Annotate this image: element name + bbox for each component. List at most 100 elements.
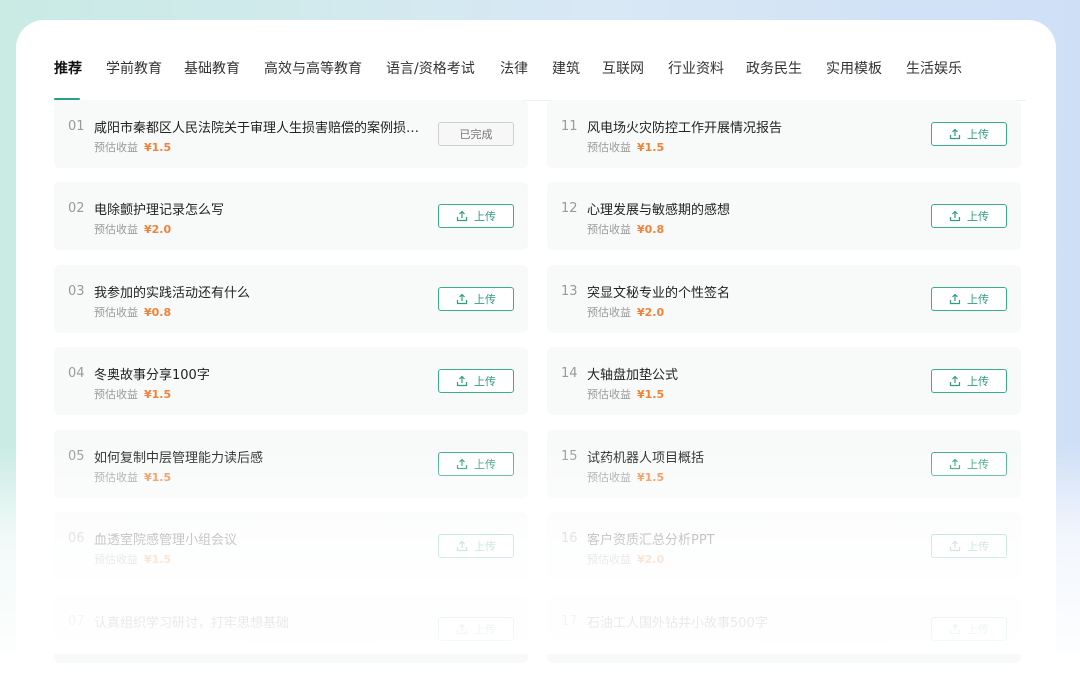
upload-icon [456, 210, 468, 222]
list-item[interactable]: 16 客户资质汇总分析PPT 预估收益 ¥2.0 上传 [547, 512, 1021, 580]
income-value: ¥1.5 [144, 471, 172, 484]
category-tabs: 推荐 学前教育 基础教育 高效与高等教育 语言/资格考试 法律 建筑 互联网 行… [54, 48, 1026, 101]
item-title[interactable]: 风电场火灾防控工作开展情况报告 [587, 117, 782, 136]
tab-higher-education[interactable]: 高效与高等教育 [264, 58, 362, 78]
item-number: 03 [68, 284, 85, 299]
item-title[interactable]: 心理发展与敏感期的感想 [587, 199, 730, 218]
tab-industry-materials[interactable]: 行业资料 [668, 58, 724, 78]
upload-button[interactable]: 上传 [931, 204, 1007, 228]
list-item[interactable]: 17 石油工人国外钻井小故事500字 上传 [547, 595, 1021, 663]
upload-icon [949, 210, 961, 222]
estimated-income: 预估收益 ¥1.5 [587, 141, 665, 154]
item-number: 15 [561, 449, 578, 464]
income-value: ¥0.8 [144, 306, 172, 319]
upload-icon [949, 128, 961, 140]
list-item[interactable]: 04 冬奥故事分享100字 预估收益 ¥1.5 上传 [54, 347, 528, 415]
list-item[interactable]: 15 试药机器人项目概括 预估收益 ¥1.5 上传 [547, 430, 1021, 498]
estimated-income: 预估收益 ¥2.0 [94, 223, 172, 236]
item-number: 14 [561, 366, 578, 381]
list-item[interactable]: 06 血透室院感管理小组会议 预估收益 ¥1.5 上传 [54, 512, 528, 580]
upload-button[interactable]: 上传 [931, 287, 1007, 311]
item-title[interactable]: 石油工人国外钻井小故事500字 [587, 612, 768, 631]
item-title[interactable]: 试药机器人项目概括 [587, 447, 704, 466]
completed-button[interactable]: 已完成 [438, 122, 514, 146]
estimated-income: 预估收益 ¥0.8 [94, 306, 172, 319]
upload-button[interactable]: 上传 [438, 287, 514, 311]
income-value: ¥1.5 [637, 141, 665, 154]
item-number: 12 [561, 201, 578, 216]
tab-government-livelihood[interactable]: 政务民生 [746, 58, 802, 78]
item-title[interactable]: 咸阳市秦都区人民法院关于审理人生损害赔偿的案例损害… [94, 117, 424, 136]
item-number: 17 [561, 614, 578, 629]
income-value: ¥1.5 [144, 388, 172, 401]
item-number: 02 [68, 201, 85, 216]
list-item[interactable]: 11 风电场火灾防控工作开展情况报告 预估收益 ¥1.5 上传 [547, 100, 1021, 168]
upload-button[interactable]: 上传 [931, 122, 1007, 146]
document-list-panel: 推荐 学前教育 基础教育 高效与高等教育 语言/资格考试 法律 建筑 互联网 行… [16, 20, 1056, 680]
upload-icon [456, 623, 468, 635]
tab-language-exams[interactable]: 语言/资格考试 [386, 58, 475, 78]
upload-button[interactable]: 上传 [438, 369, 514, 393]
tab-recommend[interactable]: 推荐 [54, 58, 82, 78]
item-number: 11 [561, 119, 578, 134]
item-title[interactable]: 电除颤护理记录怎么写 [94, 199, 224, 218]
income-value: ¥1.5 [637, 388, 665, 401]
item-number: 05 [68, 449, 85, 464]
list-item[interactable]: 01 咸阳市秦都区人民法院关于审理人生损害赔偿的案例损害… 预估收益 ¥1.5 已… [54, 100, 528, 168]
upload-icon [456, 458, 468, 470]
estimated-income: 预估收益 ¥1.5 [587, 388, 665, 401]
tab-internet[interactable]: 互联网 [602, 58, 644, 78]
tab-lifestyle-entertainment[interactable]: 生活娱乐 [906, 58, 962, 78]
item-title[interactable]: 冬奥故事分享100字 [94, 364, 210, 383]
income-value: ¥0.8 [637, 223, 665, 236]
income-value: ¥2.0 [637, 306, 665, 319]
item-number: 13 [561, 284, 578, 299]
list-item[interactable]: 12 心理发展与敏感期的感想 预估收益 ¥0.8 上传 [547, 182, 1021, 250]
tab-practical-templates[interactable]: 实用模板 [826, 58, 882, 78]
tab-basic-education[interactable]: 基础教育 [184, 58, 240, 78]
item-number: 01 [68, 119, 85, 134]
item-title[interactable]: 客户资质汇总分析PPT [587, 529, 715, 548]
item-title[interactable]: 突显文秘专业的个性签名 [587, 282, 730, 301]
upload-button[interactable]: 上传 [438, 534, 514, 558]
upload-button[interactable]: 上传 [931, 452, 1007, 476]
upload-button[interactable]: 上传 [438, 204, 514, 228]
income-value: ¥1.5 [637, 471, 665, 484]
tab-law[interactable]: 法律 [500, 58, 528, 78]
income-value: ¥2.0 [637, 553, 665, 566]
income-value: ¥2.0 [144, 223, 172, 236]
estimated-income: 预估收益 ¥2.0 [587, 553, 665, 566]
income-value: ¥1.5 [144, 553, 172, 566]
estimated-income: 预估收益 ¥1.5 [94, 388, 172, 401]
list-item[interactable]: 07 认真组织学习研讨，打牢思想基础 上传 [54, 595, 528, 663]
upload-icon [949, 540, 961, 552]
estimated-income: 预估收益 ¥0.8 [587, 223, 665, 236]
estimated-income: 预估收益 ¥1.5 [94, 553, 172, 566]
list-item[interactable]: 03 我参加的实践活动还有什么 预估收益 ¥0.8 上传 [54, 265, 528, 333]
list-item[interactable]: 02 电除颤护理记录怎么写 预估收益 ¥2.0 上传 [54, 182, 528, 250]
item-number: 16 [561, 531, 578, 546]
item-number: 06 [68, 531, 85, 546]
estimated-income: 预估收益 ¥1.5 [94, 471, 172, 484]
upload-button[interactable]: 上传 [931, 617, 1007, 641]
upload-button[interactable]: 上传 [438, 617, 514, 641]
tab-architecture[interactable]: 建筑 [552, 58, 580, 78]
item-title[interactable]: 认真组织学习研讨，打牢思想基础 [94, 612, 289, 631]
item-title[interactable]: 我参加的实践活动还有什么 [94, 282, 250, 301]
list-item[interactable]: 13 突显文秘专业的个性签名 预估收益 ¥2.0 上传 [547, 265, 1021, 333]
upload-button[interactable]: 上传 [931, 369, 1007, 393]
upload-icon [949, 375, 961, 387]
list-item[interactable]: 14 大轴盘加垫公式 预估收益 ¥1.5 上传 [547, 347, 1021, 415]
background-frame: 推荐 学前教育 基础教育 高效与高等教育 语言/资格考试 法律 建筑 互联网 行… [0, 0, 1080, 680]
upload-button[interactable]: 上传 [438, 452, 514, 476]
upload-icon [949, 623, 961, 635]
item-number: 04 [68, 366, 85, 381]
income-value: ¥1.5 [144, 141, 172, 154]
item-title[interactable]: 如何复制中层管理能力读后感 [94, 447, 263, 466]
item-title[interactable]: 血透室院感管理小组会议 [94, 529, 237, 548]
upload-button[interactable]: 上传 [931, 534, 1007, 558]
upload-icon [456, 540, 468, 552]
tab-preschool-education[interactable]: 学前教育 [106, 58, 162, 78]
list-item[interactable]: 05 如何复制中层管理能力读后感 预估收益 ¥1.5 上传 [54, 430, 528, 498]
item-title[interactable]: 大轴盘加垫公式 [587, 364, 678, 383]
